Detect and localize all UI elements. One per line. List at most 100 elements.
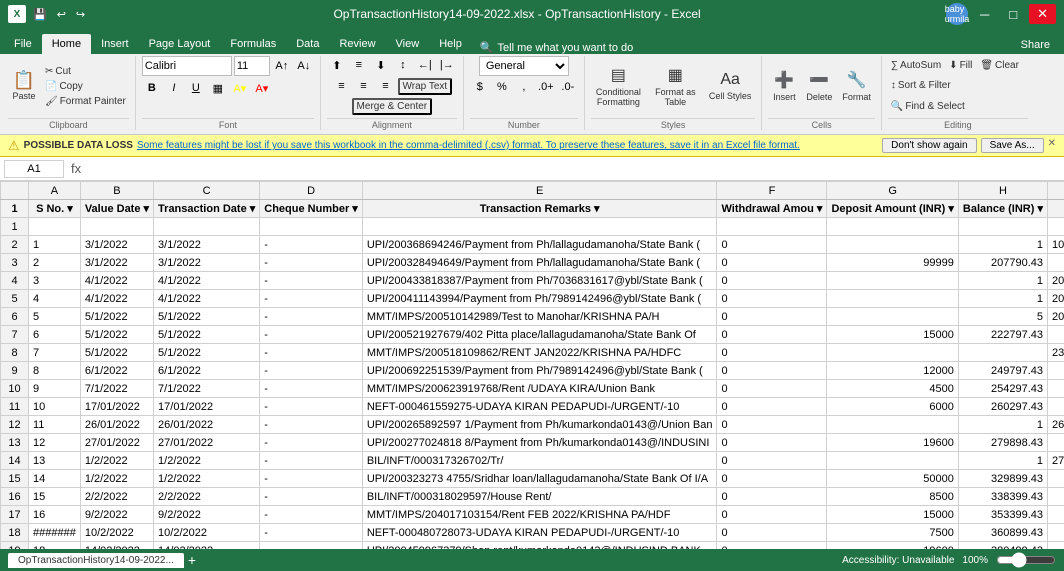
cell[interactable]: 0 — [717, 542, 827, 550]
cell[interactable]: 26/01/2022 — [80, 416, 153, 434]
cell[interactable]: - — [260, 362, 363, 380]
cell[interactable]: 12 — [29, 434, 81, 452]
cell[interactable]: 6000 — [827, 398, 958, 416]
cell[interactable]: 1 — [958, 236, 1047, 254]
header-cell-5[interactable]: Withdrawal Amou ▾ — [717, 200, 827, 218]
cell[interactable]: 10/2/2022 — [154, 524, 260, 542]
underline-button[interactable]: U — [186, 79, 206, 97]
cell[interactable]: 254297.43 — [958, 380, 1047, 398]
tab-data[interactable]: Data — [286, 34, 329, 54]
cell[interactable]: 5/1/2022 — [154, 344, 260, 362]
cell[interactable]: 3/1/2022 — [154, 254, 260, 272]
cell[interactable] — [827, 344, 958, 362]
cell[interactable]: 7/1/2022 — [154, 380, 260, 398]
cell[interactable]: 0 — [717, 362, 827, 380]
cell[interactable]: UPI/200323273 4755/Sridhar loan/lallagud… — [362, 470, 717, 488]
wrap-text-button[interactable]: Wrap Text — [398, 78, 453, 95]
cell[interactable]: 5 — [958, 308, 1047, 326]
cell[interactable]: 6 — [29, 326, 81, 344]
cell[interactable]: 207790.43 — [958, 254, 1047, 272]
qat-save[interactable]: 💾 — [30, 7, 50, 22]
cell[interactable]: 0 — [717, 272, 827, 290]
cell[interactable]: 260298.43 — [1047, 416, 1064, 434]
cell[interactable]: 27/01/2022 — [80, 434, 153, 452]
cell[interactable] — [1047, 362, 1064, 380]
decimal-decrease-button[interactable]: .0- — [558, 78, 578, 96]
header-cell-2[interactable]: Transaction Date ▾ — [154, 200, 260, 218]
cell[interactable]: 9 — [29, 380, 81, 398]
cell[interactable]: 1 — [958, 452, 1047, 470]
cell[interactable] — [827, 416, 958, 434]
col-header-a[interactable]: A — [29, 182, 81, 200]
cell[interactable]: 5/1/2022 — [154, 308, 260, 326]
cell[interactable] — [80, 218, 153, 236]
cell[interactable]: 6/1/2022 — [80, 362, 153, 380]
cell[interactable]: 5/1/2022 — [80, 326, 153, 344]
fill-color-button[interactable]: A▾ — [230, 79, 250, 97]
cell[interactable]: 5/1/2022 — [80, 308, 153, 326]
col-header-f[interactable]: F — [717, 182, 827, 200]
format-as-table-button[interactable]: ▦ Format as Table — [648, 63, 703, 109]
col-header-i[interactable]: I — [1047, 182, 1064, 200]
align-bottom-button[interactable]: ⬇ — [371, 56, 391, 74]
cell[interactable]: 380499.43 — [958, 542, 1047, 550]
cell[interactable]: 26/01/2022 — [154, 416, 260, 434]
cell[interactable]: 107791.43 — [1047, 236, 1064, 254]
cell[interactable]: 0 — [717, 470, 827, 488]
cell[interactable]: 0 — [717, 452, 827, 470]
font-color-button[interactable]: A▾ — [252, 79, 272, 97]
cell[interactable]: 4 — [29, 290, 81, 308]
find-select-button[interactable]: 🔍 Find & Select — [888, 100, 968, 113]
fill-button[interactable]: ⬇ Fill — [946, 59, 975, 72]
cell-styles-button[interactable]: Aa Cell Styles — [705, 69, 756, 103]
cell[interactable]: ####### — [29, 524, 81, 542]
cell[interactable]: 279899.43 — [1047, 452, 1064, 470]
indent-decrease-button[interactable]: ←| — [415, 56, 435, 74]
text-direction-button[interactable]: ↕ — [393, 56, 413, 74]
cell[interactable]: 0 — [717, 290, 827, 308]
cell[interactable] — [958, 344, 1047, 362]
grow-font-button[interactable]: A↑ — [272, 57, 292, 75]
col-header-d[interactable]: D — [260, 182, 363, 200]
cell[interactable] — [827, 290, 958, 308]
format-cells-button[interactable]: 🔧 Format — [838, 68, 875, 104]
cell[interactable]: 3/1/2022 — [154, 236, 260, 254]
cell[interactable]: 1/2/2022 — [80, 470, 153, 488]
cell[interactable]: BIL/INFT/000318029597/House Rent/ — [362, 488, 717, 506]
cell[interactable]: 0 — [717, 344, 827, 362]
copy-button[interactable]: 📄 Copy — [42, 80, 129, 93]
cell[interactable]: UPI/200411143994/Payment from Ph/7989142… — [362, 290, 717, 308]
cell[interactable]: 3/1/2022 — [80, 254, 153, 272]
cell[interactable]: - — [260, 272, 363, 290]
cell[interactable] — [827, 236, 958, 254]
cell[interactable] — [1047, 254, 1064, 272]
function-icon[interactable]: fx — [68, 161, 84, 176]
cell[interactable]: 260297.43 — [958, 398, 1047, 416]
cell[interactable] — [1047, 506, 1064, 524]
cell[interactable]: 5/1/2022 — [154, 326, 260, 344]
cell[interactable]: 15000 — [827, 506, 958, 524]
cell[interactable]: 0 — [717, 524, 827, 542]
cell[interactable]: - — [260, 344, 363, 362]
header-cell-7[interactable]: Balance (INR) ▾ — [958, 200, 1047, 218]
cell[interactable]: 329899.43 — [958, 470, 1047, 488]
cell[interactable]: 4/1/2022 — [154, 272, 260, 290]
cell[interactable]: - — [260, 416, 363, 434]
cell[interactable]: MMT/IMPS/200518109862/RENT JAN2022/KRISH… — [362, 344, 717, 362]
shrink-font-button[interactable]: A↓ — [294, 57, 314, 75]
cell[interactable]: 0 — [717, 398, 827, 416]
cell[interactable]: 17/01/2022 — [80, 398, 153, 416]
cell[interactable]: 0 — [717, 506, 827, 524]
cell[interactable]: 10 — [29, 398, 81, 416]
sheet-tab[interactable]: OpTransactionHistory14-09-2022... — [8, 553, 184, 568]
cell[interactable]: 15000 — [827, 326, 958, 344]
header-cell-4[interactable]: Transaction Remarks ▾ — [362, 200, 717, 218]
cell[interactable]: 2/2/2022 — [154, 488, 260, 506]
cell[interactable]: - — [260, 506, 363, 524]
conditional-formatting-button[interactable]: ▤ Conditional Formatting — [591, 63, 646, 109]
cell[interactable] — [1047, 470, 1064, 488]
cell[interactable]: 2/2/2022 — [80, 488, 153, 506]
cell[interactable]: 19600 — [827, 434, 958, 452]
italic-button[interactable]: I — [164, 79, 184, 97]
cell[interactable]: 360899.43 — [958, 524, 1047, 542]
